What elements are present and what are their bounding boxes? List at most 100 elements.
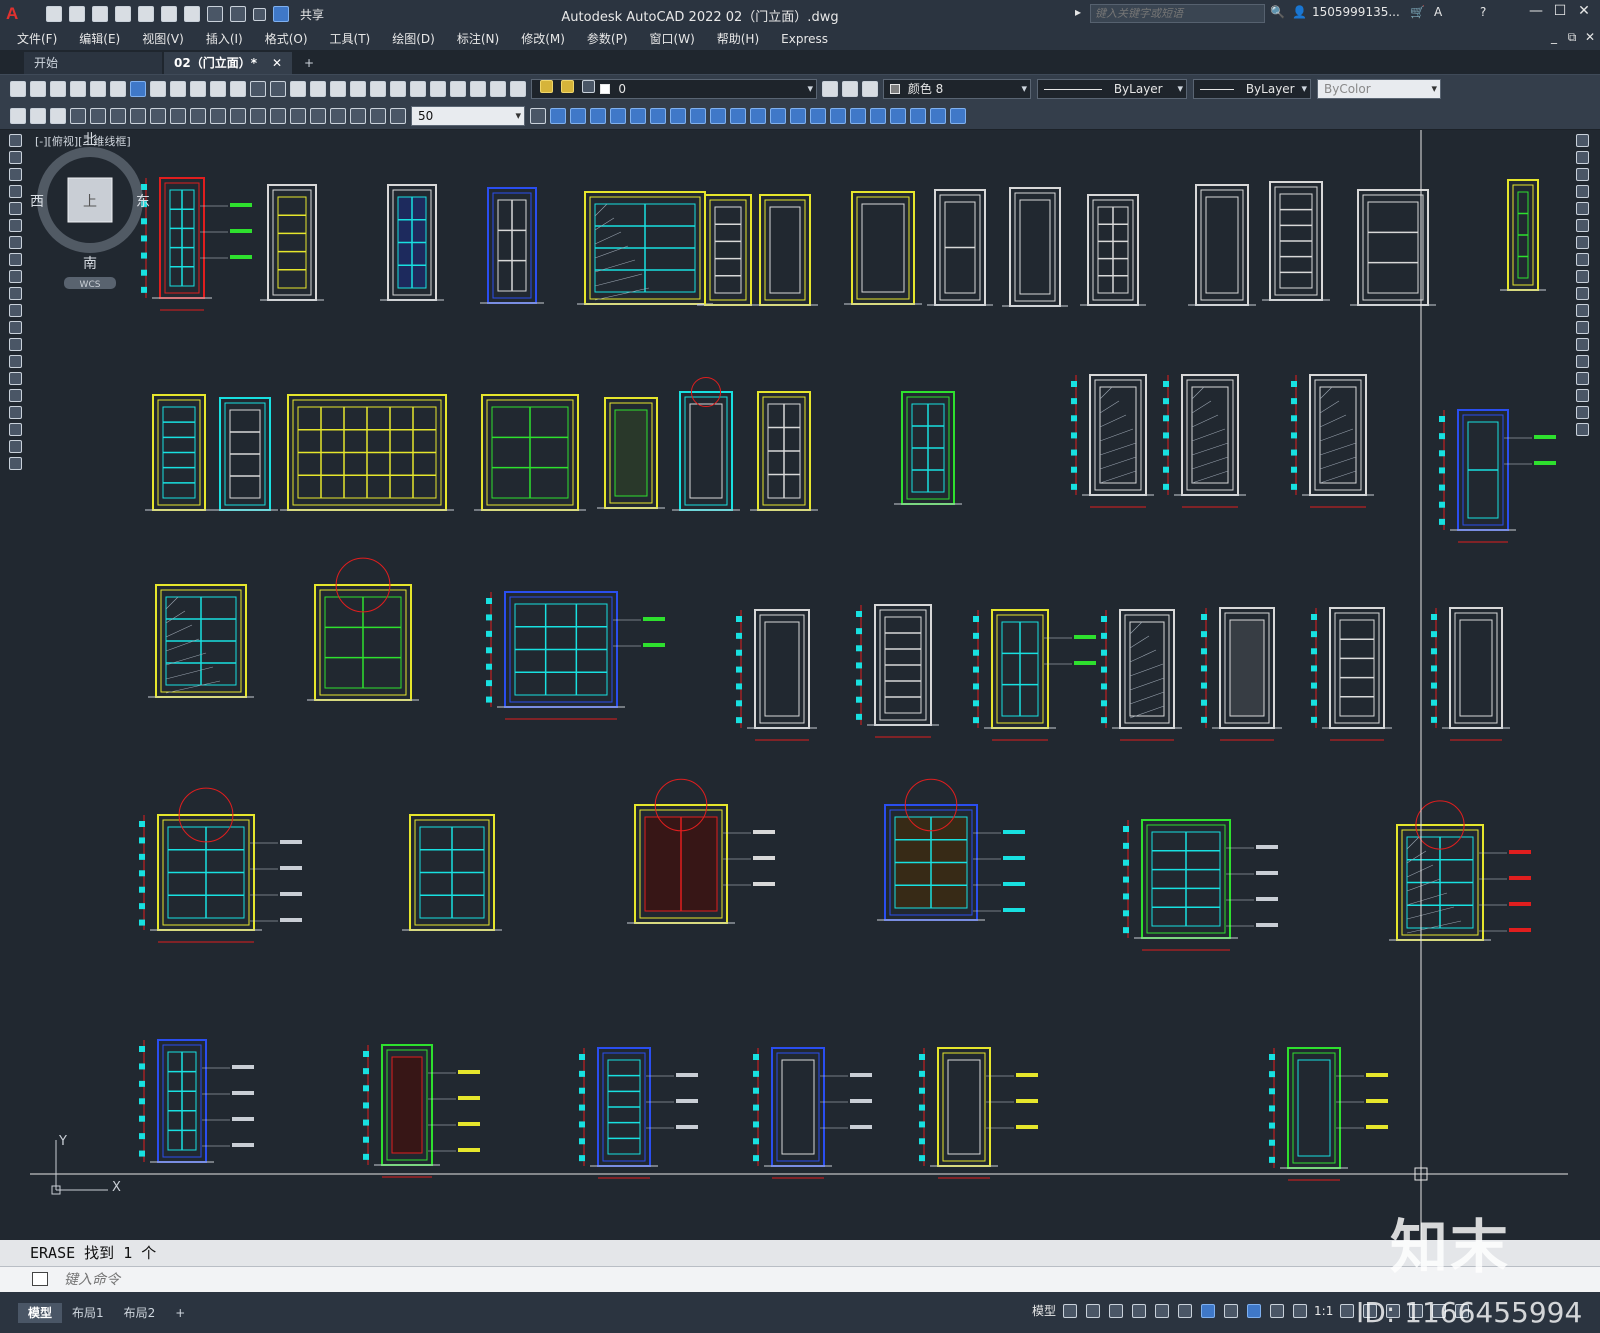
ucs-origin-icon[interactable] xyxy=(830,107,846,124)
join-icon[interactable] xyxy=(1575,355,1589,368)
view-3d-top-icon[interactable] xyxy=(630,107,646,124)
match-prop-icon[interactable] xyxy=(210,80,226,97)
construction-line-icon[interactable] xyxy=(8,151,22,164)
copy-object-icon[interactable] xyxy=(1575,151,1589,164)
ortho-icon[interactable] xyxy=(1109,1303,1124,1318)
tab-start[interactable]: 开始 xyxy=(24,52,162,74)
dwf-icon[interactable] xyxy=(130,80,146,97)
dim-arc-icon[interactable] xyxy=(50,107,66,124)
doc-minimize-button[interactable]: _ xyxy=(1544,30,1564,44)
qnew-icon[interactable] xyxy=(10,80,26,97)
break-icon[interactable] xyxy=(1575,338,1589,351)
dim-baseline-icon[interactable] xyxy=(190,107,206,124)
menu-format[interactable]: 格式(O) xyxy=(254,28,319,50)
menu-express[interactable]: Express xyxy=(770,28,839,50)
dim-text-edit-icon[interactable] xyxy=(370,107,386,124)
view-3d-bottom-icon[interactable] xyxy=(650,107,666,124)
view-3d-back-icon[interactable] xyxy=(570,107,586,124)
dim-quick-icon[interactable] xyxy=(170,107,186,124)
share-icon[interactable] xyxy=(273,6,289,22)
redo-icon[interactable] xyxy=(230,6,246,22)
layer-previous-icon[interactable] xyxy=(842,80,858,97)
ucs-apply-icon[interactable] xyxy=(950,107,966,124)
undo-icon[interactable] xyxy=(207,6,223,22)
isodraft-icon[interactable] xyxy=(1155,1303,1170,1318)
menu-dimension[interactable]: 标注(N) xyxy=(446,28,510,50)
lineweight-display-icon[interactable] xyxy=(1224,1303,1239,1318)
tab-close-icon[interactable]: ✕ xyxy=(272,52,282,74)
tool-palettes-icon[interactable] xyxy=(410,80,426,97)
ucs-z-icon[interactable] xyxy=(930,107,946,124)
tab-active-drawing[interactable]: 02（门立面）* ✕ xyxy=(164,52,292,74)
text-icon[interactable] xyxy=(8,440,22,453)
layout-tab-1[interactable]: 布局1 xyxy=(62,1303,114,1323)
rectangle-icon[interactable] xyxy=(8,202,22,215)
search-arrow-icon[interactable]: ▸ xyxy=(1075,5,1081,19)
mirror-icon[interactable] xyxy=(1575,168,1589,181)
extend-icon[interactable] xyxy=(1575,304,1589,317)
user-name[interactable]: 1505999135... xyxy=(1312,5,1400,19)
search-input[interactable] xyxy=(1090,4,1265,23)
polar-icon[interactable] xyxy=(1132,1303,1147,1318)
object-snap-tracking-icon[interactable] xyxy=(1178,1303,1193,1318)
menu-tools[interactable]: 工具(T) xyxy=(319,28,382,50)
cut-icon[interactable] xyxy=(150,80,166,97)
dim-space-icon[interactable] xyxy=(230,107,246,124)
move-icon[interactable] xyxy=(1575,219,1589,232)
layout-tab-2[interactable]: 布局2 xyxy=(114,1303,166,1323)
redo2-icon[interactable] xyxy=(270,80,286,97)
ellipse-icon[interactable] xyxy=(8,287,22,300)
trim-icon[interactable] xyxy=(1575,287,1589,300)
viewcube-north-label[interactable]: 北 xyxy=(83,132,97,148)
circle-icon[interactable] xyxy=(8,236,22,249)
quickcalc-icon[interactable] xyxy=(470,80,486,97)
annotation-scale-icon[interactable] xyxy=(1293,1303,1308,1318)
menu-file[interactable]: 文件(F) xyxy=(6,28,68,50)
menu-view[interactable]: 视图(V) xyxy=(131,28,195,50)
ucs-icon-btn[interactable] xyxy=(710,107,726,124)
plotstyle-dropdown[interactable]: ByColor xyxy=(1317,78,1441,99)
line-icon[interactable] xyxy=(8,134,22,147)
properties-icon[interactable] xyxy=(370,80,386,97)
linetype-dropdown[interactable]: ByLayer xyxy=(1037,78,1187,99)
ucs-zaxis-icon[interactable] xyxy=(850,107,866,124)
arc-icon[interactable] xyxy=(8,219,22,232)
viewcube-east-label[interactable]: 东 xyxy=(136,194,150,210)
color-dropdown[interactable]: 颜色 8 xyxy=(883,78,1031,99)
dim-radius-icon[interactable] xyxy=(90,107,106,124)
tolerance-icon[interactable] xyxy=(270,107,286,124)
design-center-icon[interactable] xyxy=(390,80,406,97)
command-recent-icon[interactable] xyxy=(32,1272,48,1286)
add-layout-button[interactable]: + xyxy=(165,1303,195,1323)
menu-modify[interactable]: 修改(M) xyxy=(510,28,576,50)
publish-icon[interactable] xyxy=(161,6,177,22)
spline-icon[interactable] xyxy=(8,270,22,283)
center-mark-icon[interactable] xyxy=(290,107,306,124)
menu-edit[interactable]: 编辑(E) xyxy=(68,28,131,50)
menu-insert[interactable]: 插入(I) xyxy=(195,28,254,50)
dim-diameter-icon[interactable] xyxy=(130,107,146,124)
plot-icon[interactable] xyxy=(184,6,200,22)
dim-style-icon[interactable] xyxy=(530,107,546,124)
ucs-view-icon[interactable] xyxy=(810,107,826,124)
viewcube-west-label[interactable]: 西 xyxy=(30,194,44,210)
rotate-icon[interactable] xyxy=(1575,236,1589,249)
layout-tab-model[interactable]: 模型 xyxy=(18,1302,63,1323)
inspect-icon[interactable] xyxy=(310,107,326,124)
viewcube[interactable]: 上 北 南 东 西 WCS xyxy=(30,130,150,290)
view-3d-iso-icon[interactable] xyxy=(670,107,686,124)
jogged-linear-icon[interactable] xyxy=(330,107,346,124)
visual-style-icon[interactable] xyxy=(690,107,706,124)
ellipse-arc-icon[interactable] xyxy=(8,304,22,317)
grid-icon[interactable] xyxy=(1063,1303,1078,1318)
viewcube-south-label[interactable]: 南 xyxy=(83,256,97,272)
dim-update-icon[interactable] xyxy=(390,107,406,124)
erase-icon[interactable] xyxy=(1575,134,1589,147)
region-icon[interactable] xyxy=(8,406,22,419)
fillet-icon[interactable] xyxy=(1575,389,1589,402)
model-space-button[interactable]: 模型 xyxy=(1032,1302,1056,1319)
dimscale-dropdown[interactable]: 50 xyxy=(411,105,525,126)
gradient-icon[interactable] xyxy=(8,389,22,402)
hatch-icon[interactable] xyxy=(8,372,22,385)
workspace-gear-icon[interactable] xyxy=(1340,1303,1355,1318)
